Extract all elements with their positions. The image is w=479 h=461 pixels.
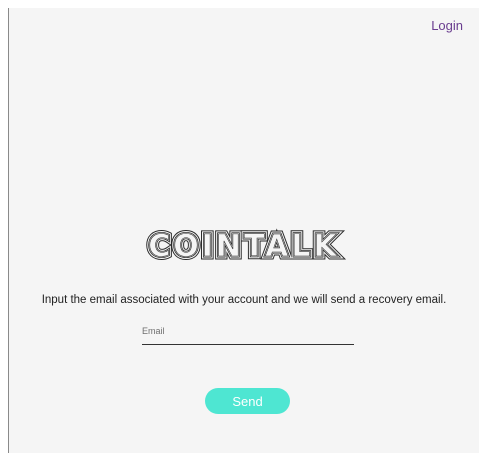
email-input[interactable] bbox=[142, 322, 354, 345]
logo-text-inner: COINTALK bbox=[148, 229, 340, 264]
send-button[interactable]: Send bbox=[205, 388, 290, 414]
email-field-wrapper bbox=[142, 321, 354, 345]
login-link[interactable]: Login bbox=[431, 18, 463, 33]
logo-svg: COINTALK COINTALK COINTALK COINTALK COIN… bbox=[145, 226, 341, 265]
recovery-instructions: Input the email associated with your acc… bbox=[41, 294, 447, 306]
page: Login COINTALK COINTALK COINTALK COINTAL… bbox=[0, 0, 479, 461]
cointalk-logo: COINTALK COINTALK COINTALK COINTALK COIN… bbox=[9, 224, 479, 265]
forgot-password-panel: Login COINTALK COINTALK COINTALK COINTAL… bbox=[8, 8, 479, 453]
